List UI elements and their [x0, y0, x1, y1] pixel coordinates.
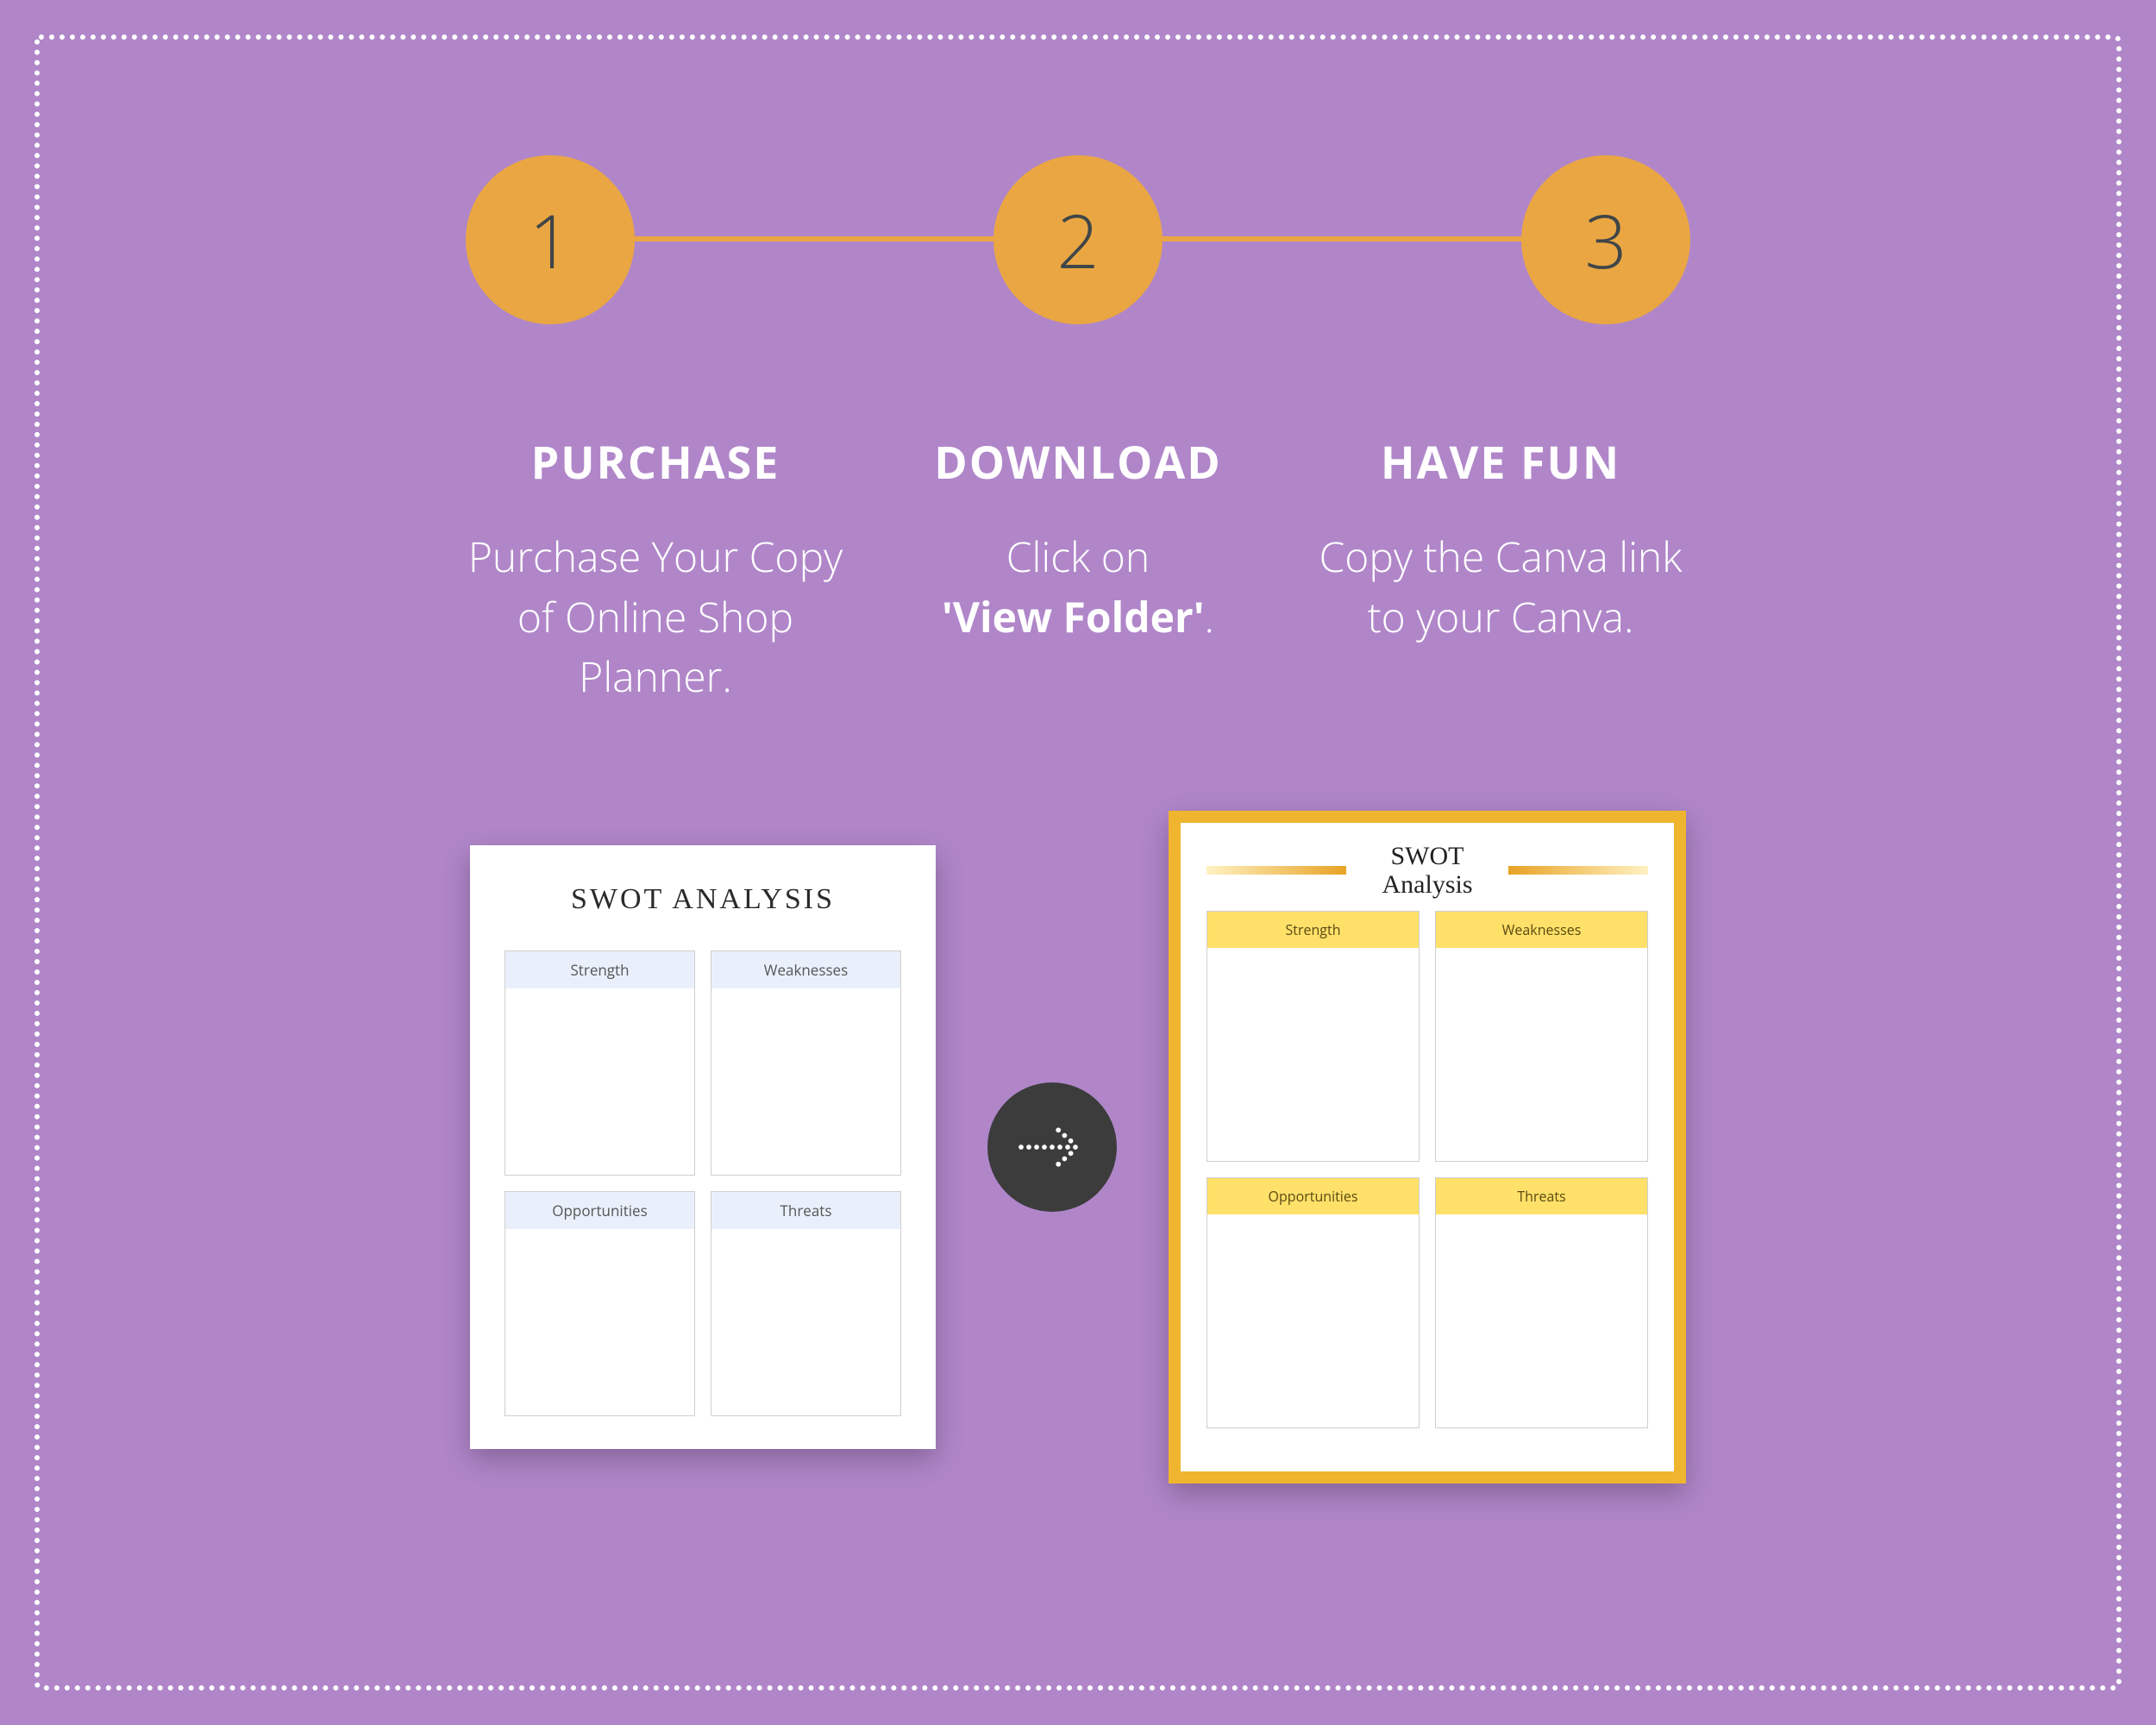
swot-cell-opportunities-right: Opportunities — [1206, 1177, 1420, 1428]
swot-body-opportunities-right — [1207, 1214, 1419, 1427]
step-desc-2: Click on 'View Folder'. — [888, 527, 1268, 647]
swot-head-threats-left: Threats — [711, 1192, 900, 1229]
ribbon-bar-right — [1508, 866, 1648, 875]
preview-right-title-line1: SWOT — [1391, 842, 1464, 870]
step-column-1: PURCHASE Purchase Your Copy of Online Sh… — [466, 431, 845, 707]
step-circle-1: 1 — [466, 155, 635, 324]
swot-body-threats-right — [1436, 1214, 1647, 1427]
step-desc-3: Copy the Canva link to your Canva. — [1311, 527, 1690, 647]
swot-head-threats-right: Threats — [1436, 1178, 1647, 1214]
swot-cell-opportunities-left: Opportunities — [505, 1191, 695, 1416]
arrow-circle — [987, 1082, 1117, 1212]
arrow-right-dotted-icon — [1013, 1108, 1091, 1186]
previews-row: SWOT ANALYSIS Strength Weaknesses Opport… — [310, 811, 1846, 1484]
step-desc-2-suffix: . — [1205, 589, 1214, 645]
swot-cell-strength-left: Strength — [505, 950, 695, 1176]
swot-body-strength-left — [505, 988, 694, 1175]
swot-body-strength-right — [1207, 948, 1419, 1161]
step-title-3: HAVE FUN — [1311, 431, 1690, 492]
preview-page-right: SWOT Analysis Strength Weaknesses Opport… — [1169, 811, 1686, 1484]
preview-left-grid: Strength Weaknesses Opportunities Threat… — [505, 950, 901, 1416]
swot-head-weaknesses-left: Weaknesses — [711, 951, 900, 988]
step-desc-2-prefix: Click on — [1006, 529, 1150, 585]
preview-page-left: SWOT ANALYSIS Strength Weaknesses Opport… — [470, 845, 936, 1449]
swot-head-strength-left: Strength — [505, 951, 694, 988]
swot-head-weaknesses-right: Weaknesses — [1436, 912, 1647, 948]
swot-cell-threats-left: Threats — [711, 1191, 901, 1416]
swot-body-threats-left — [711, 1229, 900, 1415]
preview-right-title: SWOT Analysis — [1358, 842, 1496, 899]
steps-circles-row: 1 2 3 — [466, 155, 1690, 328]
swot-body-weaknesses-left — [711, 988, 900, 1175]
step-title-1: PURCHASE — [466, 431, 845, 492]
preview-right-grid: Strength Weaknesses Opportunities Threat… — [1206, 911, 1648, 1428]
swot-cell-strength-right: Strength — [1206, 911, 1420, 1162]
step-circle-3: 3 — [1521, 155, 1690, 324]
swot-cell-threats-right: Threats — [1435, 1177, 1648, 1428]
preview-left-title: SWOT ANALYSIS — [505, 883, 901, 916]
preview-right-title-line2: Analysis — [1382, 870, 1473, 899]
step-desc-1: Purchase Your Copy of Online Shop Planne… — [466, 527, 845, 707]
step-desc-2-bold: 'View Folder' — [942, 589, 1205, 645]
swot-body-weaknesses-right — [1436, 948, 1647, 1161]
ribbon-bar-left — [1206, 866, 1346, 875]
content-area: 1 2 3 PURCHASE Purchase Your Copy of Onl… — [0, 0, 2156, 1725]
step-circle-2: 2 — [993, 155, 1163, 324]
preview-right-ribbon: SWOT Analysis — [1206, 842, 1648, 899]
swot-body-opportunities-left — [505, 1229, 694, 1415]
steps-labels-row: PURCHASE Purchase Your Copy of Online Sh… — [466, 431, 1690, 707]
step-title-2: DOWNLOAD — [888, 431, 1268, 492]
swot-head-opportunities-right: Opportunities — [1207, 1178, 1419, 1214]
steps-circles-container: 1 2 3 — [466, 155, 1690, 324]
step-column-2: DOWNLOAD Click on 'View Folder'. — [888, 431, 1268, 707]
step-column-3: HAVE FUN Copy the Canva link to your Can… — [1311, 431, 1690, 707]
swot-head-opportunities-left: Opportunities — [505, 1192, 694, 1229]
swot-head-strength-right: Strength — [1207, 912, 1419, 948]
swot-cell-weaknesses-left: Weaknesses — [711, 950, 901, 1176]
swot-cell-weaknesses-right: Weaknesses — [1435, 911, 1648, 1162]
